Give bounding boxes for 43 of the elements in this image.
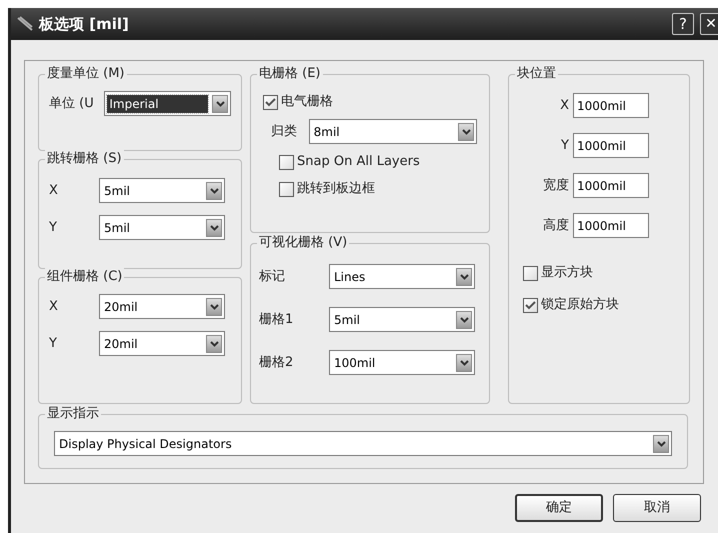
range-label: 归类 xyxy=(271,122,298,141)
dropdown[interactable]: Lines xyxy=(329,264,475,289)
axis-label: X xyxy=(49,182,59,200)
axis-label: Y xyxy=(49,334,58,353)
help-button[interactable]: ? xyxy=(672,13,694,35)
checkbox-label: 电气栅格 xyxy=(281,93,333,112)
dropdown[interactable]: Display Physical Designators xyxy=(54,431,672,456)
axis-label: X xyxy=(49,298,59,316)
field-label: Y xyxy=(561,136,569,155)
input-field[interactable]: 1000mil xyxy=(573,213,649,238)
ruler-icon xyxy=(17,16,33,32)
grid-label: 栅格2 xyxy=(259,354,294,372)
dropdown[interactable]: 20mil xyxy=(99,294,225,319)
checkbox[interactable] xyxy=(279,182,294,196)
close-button[interactable]: ✕ xyxy=(700,13,718,35)
window-title: 板选项 [mil] xyxy=(39,14,130,35)
dialog-button[interactable]: 确定 xyxy=(515,494,603,522)
dropdown[interactable]: 5mil xyxy=(329,307,475,332)
axis-label: Y xyxy=(49,218,58,237)
checkbox-label: Snap On All Layers xyxy=(297,153,420,172)
input-field[interactable]: 1000mil xyxy=(573,133,649,158)
checkbox-label: 跳转到板边框 xyxy=(297,180,375,198)
input-field[interactable]: 1000mil xyxy=(573,173,649,198)
unit-label: 单位 (U xyxy=(49,94,95,113)
grid-label: 栅格1 xyxy=(259,310,294,329)
checkbox[interactable] xyxy=(279,154,294,170)
checkbox[interactable] xyxy=(523,266,538,280)
field-label: 高度 xyxy=(543,216,569,235)
checkbox-label: 显示方块 xyxy=(541,264,593,282)
input-field[interactable]: 1000mil xyxy=(573,93,649,118)
checkbox[interactable] xyxy=(523,298,538,312)
dropdown[interactable]: Imperial xyxy=(104,91,231,116)
dropdown[interactable]: 5mil xyxy=(99,178,225,203)
field-label: 宽度 xyxy=(543,176,569,195)
dropdown[interactable]: 5mil xyxy=(99,215,225,240)
dropdown[interactable]: 8mil xyxy=(308,119,477,144)
grid-label: 标记 xyxy=(259,268,286,286)
dialog-button[interactable]: 取消 xyxy=(613,494,701,522)
dropdown[interactable]: 20mil xyxy=(99,331,225,356)
dropdown[interactable]: 100mil xyxy=(329,350,475,375)
checkbox-label: 锁定原始方块 xyxy=(541,296,619,314)
field-label: X xyxy=(560,96,569,115)
checkbox[interactable] xyxy=(263,94,278,110)
